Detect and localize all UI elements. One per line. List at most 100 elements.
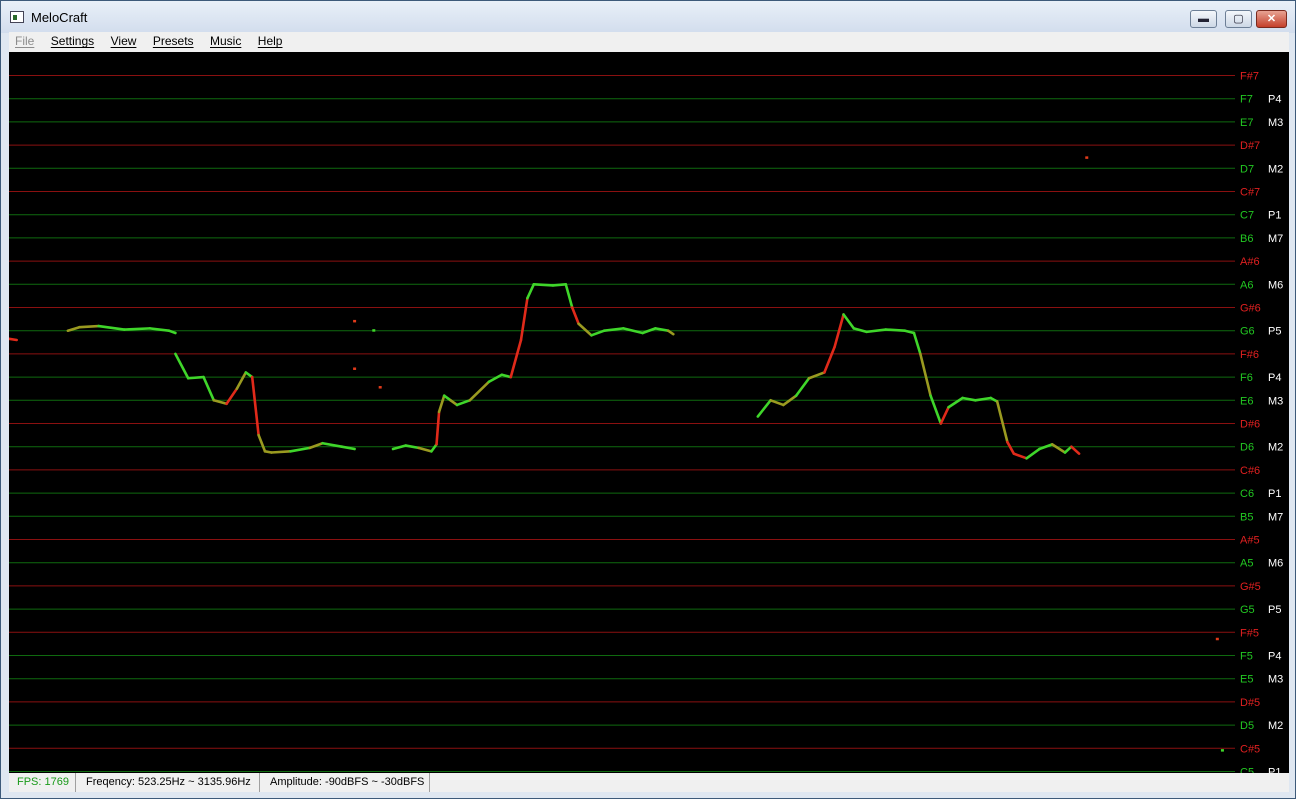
pitch-track-segment bbox=[404, 444, 420, 450]
pitch-track-segment bbox=[250, 375, 260, 437]
frequency-range-readout: Freqency: 523.25Hz ~ 3135.96Hz bbox=[78, 773, 260, 792]
pitch-track-segment bbox=[865, 328, 888, 334]
pitch-track-segment bbox=[995, 400, 1009, 444]
note-label: C7 bbox=[1240, 210, 1254, 222]
pitch-track-segment bbox=[1012, 452, 1028, 460]
note-label: F7 bbox=[1240, 94, 1253, 106]
note-label: D6 bbox=[1240, 442, 1254, 454]
menu-view[interactable]: View bbox=[105, 32, 143, 52]
note-label: F#5 bbox=[1240, 627, 1259, 639]
interval-label: M7 bbox=[1268, 511, 1283, 523]
pitch-track-segment bbox=[437, 394, 446, 414]
interval-label: M3 bbox=[1268, 674, 1283, 686]
note-label: C#7 bbox=[1240, 187, 1260, 199]
menu-presets[interactable]: Presets bbox=[147, 32, 200, 52]
note-label: G5 bbox=[1240, 604, 1255, 616]
pitch-plot-area[interactable]: F#7 F7 P4 E7 M3 D#7 D7 M2 C#7 C7 P1 B6 M7 A#6 A6 M6 G#6 G… bbox=[9, 52, 1289, 773]
pitch-dot bbox=[1215, 637, 1219, 641]
interval-label: M2 bbox=[1268, 720, 1283, 732]
note-label: G6 bbox=[1240, 326, 1255, 338]
maximize-button[interactable]: ▢ bbox=[1225, 10, 1252, 28]
pitch-track-segment bbox=[564, 283, 574, 309]
interval-label: P5 bbox=[1268, 604, 1281, 616]
note-label: G#6 bbox=[1240, 303, 1261, 315]
pitch-track-segment bbox=[769, 398, 785, 407]
note-label: D5 bbox=[1240, 720, 1254, 732]
note-label: B5 bbox=[1240, 511, 1253, 523]
interval-label: P1 bbox=[1268, 210, 1281, 222]
note-label: F5 bbox=[1240, 651, 1253, 663]
interval-label: P4 bbox=[1268, 651, 1281, 663]
interval-label: P5 bbox=[1268, 326, 1281, 338]
status-bar: FPS: 1769 Freqency: 523.25Hz ~ 3135.96Hz… bbox=[9, 773, 1289, 792]
interval-label: M7 bbox=[1268, 233, 1283, 245]
pitch-track-segment bbox=[122, 327, 152, 331]
pitch-track-segment bbox=[794, 376, 811, 397]
pitch-track-segment bbox=[391, 444, 408, 451]
note-label: A#6 bbox=[1240, 256, 1260, 268]
note-label: E5 bbox=[1240, 674, 1253, 686]
note-label: F#7 bbox=[1240, 71, 1259, 83]
interval-label: M2 bbox=[1268, 442, 1283, 454]
interval-label: P4 bbox=[1268, 372, 1281, 384]
note-label: D#5 bbox=[1240, 697, 1260, 709]
minimize-button[interactable]: ▬ bbox=[1190, 10, 1217, 28]
note-label: F#6 bbox=[1240, 349, 1259, 361]
pitch-track-segment bbox=[884, 328, 907, 333]
pitch-dot bbox=[353, 319, 357, 323]
note-label: G#5 bbox=[1240, 581, 1261, 593]
pitch-track-segment bbox=[852, 327, 868, 334]
title-bar[interactable]: MeloCraft ▬ ▢ ✕ bbox=[1, 1, 1295, 33]
note-label: B6 bbox=[1240, 233, 1253, 245]
pitch-track-segment bbox=[174, 352, 190, 380]
pitch-track-segment bbox=[842, 313, 856, 330]
pitch-track-segment bbox=[919, 352, 932, 397]
pitch-track-segment bbox=[666, 329, 675, 336]
interval-label: M2 bbox=[1268, 163, 1283, 175]
pitch-track-segment bbox=[1025, 447, 1041, 460]
app-window: MeloCraft ▬ ▢ ✕ File Settings View Prese… bbox=[0, 0, 1296, 799]
pitch-track-segment bbox=[590, 329, 606, 337]
pitch-track-segment bbox=[289, 446, 312, 453]
pitch-track-segment bbox=[225, 387, 239, 406]
pitch-track-segment bbox=[509, 338, 523, 379]
menu-settings[interactable]: Settings bbox=[45, 32, 100, 52]
pitch-track-segment bbox=[468, 380, 491, 402]
interval-label: M6 bbox=[1268, 558, 1283, 570]
close-button[interactable]: ✕ bbox=[1256, 10, 1287, 28]
pitch-track-segment bbox=[756, 398, 772, 418]
pitch-track-segment bbox=[455, 398, 472, 407]
note-label: C#5 bbox=[1240, 743, 1260, 755]
pitch-dot bbox=[1085, 156, 1089, 159]
pitch-track-segment bbox=[570, 306, 580, 326]
pitch-track-segment bbox=[321, 441, 344, 449]
note-label: E6 bbox=[1240, 395, 1253, 407]
pitch-track-segment bbox=[9, 337, 18, 342]
app-icon[interactable] bbox=[10, 11, 24, 23]
menu-music[interactable]: Music bbox=[204, 32, 247, 52]
menu-file[interactable]: File bbox=[9, 32, 40, 52]
note-label: A5 bbox=[1240, 558, 1253, 570]
pitch-track-segment bbox=[551, 283, 568, 287]
menu-help[interactable]: Help bbox=[252, 32, 289, 52]
pitch-plot[interactable]: F#7 F7 P4 E7 M3 D#7 D7 M2 C#7 C7 P1 B6 M7 A#6 A6 M6 G#6 G… bbox=[9, 52, 1289, 773]
note-label: F6 bbox=[1240, 372, 1253, 384]
pitch-track-segment bbox=[235, 371, 248, 391]
pitch-track-segment bbox=[532, 283, 555, 287]
pitch-track-segment bbox=[97, 324, 126, 331]
pitch-track-segment bbox=[257, 433, 267, 453]
interval-label: P4 bbox=[1268, 94, 1281, 106]
interval-label: P1 bbox=[1268, 488, 1281, 500]
pitch-track-segment bbox=[947, 396, 964, 409]
pitch-dot bbox=[378, 386, 382, 389]
note-label: A6 bbox=[1240, 279, 1253, 291]
pitch-track-segment bbox=[912, 331, 922, 356]
pitch-track-segment bbox=[577, 322, 593, 337]
interval-label: M6 bbox=[1268, 279, 1283, 291]
note-label: A#5 bbox=[1240, 535, 1260, 547]
note-label: C#6 bbox=[1240, 465, 1260, 477]
pitch-track-segment bbox=[78, 324, 100, 329]
note-label: D7 bbox=[1240, 163, 1254, 175]
note-label: C6 bbox=[1240, 488, 1254, 500]
note-label: D#7 bbox=[1240, 140, 1260, 152]
